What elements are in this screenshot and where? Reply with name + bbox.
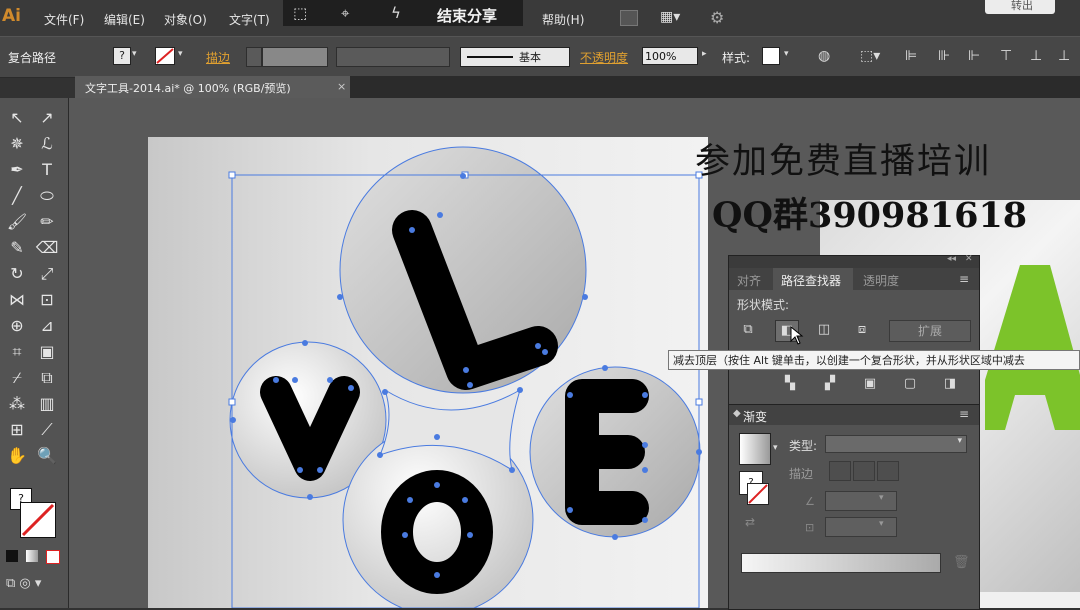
shape-modes-label: 形状模式:	[737, 298, 790, 312]
collapse-panel-icon[interactable]: ◂◂	[947, 254, 956, 264]
panel-menu-icon[interactable]: ≡	[959, 272, 969, 286]
angle-dropdown-icon[interactable]: ▾	[879, 493, 884, 503]
minus-back-icon[interactable]: ◨	[939, 374, 961, 394]
gradient-slider[interactable]	[741, 553, 941, 573]
trim-icon[interactable]: ▚	[779, 374, 801, 394]
pathfinder-panel: ◂◂ ✕ 对齐 路径查找器 透明度 ≡ 形状模式: ⧉ ◧ ◫ ⧈ 扩展 ▚ ▞…	[728, 254, 980, 405]
letter-e[interactable]	[565, 379, 649, 525]
mouse-cursor-icon	[790, 326, 804, 345]
watermark-line1: 参加免费直播培训	[695, 142, 992, 182]
crop-icon[interactable]: ▣	[859, 374, 881, 394]
gradient-stroke-label: 描边	[789, 467, 814, 481]
gradient-type-label: 类型:	[789, 439, 818, 453]
gradient-panel-title: 渐变	[743, 410, 768, 424]
tab-pathfinder[interactable]: 路径查找器	[781, 272, 841, 289]
green-letter-shape	[985, 265, 1080, 430]
panel-arrows-icon[interactable]: ◆	[733, 408, 741, 419]
gradient-stroke-icon[interactable]	[747, 483, 769, 505]
close-panel-icon[interactable]: ✕	[965, 254, 973, 264]
gradient-panel-menu-icon[interactable]: ≡	[959, 407, 969, 421]
gradient-panel: ◆ 渐变 ≡ ▾ 类型: ▾ 描边 ? ⇄ ∠ ▾ ⊡ ▾ 🗑	[728, 404, 980, 610]
watermark-line2: QQ群390981618	[712, 195, 1028, 236]
angle-input[interactable]	[825, 491, 897, 511]
angle-icon: ∠	[805, 495, 815, 508]
delete-stop-icon[interactable]: 🗑	[953, 555, 970, 570]
outline-icon[interactable]: ▢	[899, 374, 921, 394]
reverse-gradient-icon[interactable]: ⇄	[745, 515, 755, 529]
stroke-along-icon[interactable]	[853, 461, 875, 481]
aspect-ratio-icon: ⊡	[805, 521, 815, 534]
panel-title-bar[interactable]: ◂◂ ✕	[729, 254, 979, 268]
panel-tabs: 对齐 路径查找器 透明度 ≡	[729, 268, 979, 290]
stroke-within-icon[interactable]	[829, 461, 851, 481]
tooltip: 减去顶层（按住 Alt 键单击，以创建一个复合形状，并从形状区域中减去	[668, 350, 1080, 370]
aspect-ratio-input[interactable]	[825, 517, 897, 537]
expand-button[interactable]: 扩展	[889, 320, 971, 342]
tab-transparency[interactable]: 透明度	[863, 272, 899, 289]
aspect-dropdown-icon[interactable]: ▾	[879, 519, 884, 529]
exclude-icon[interactable]: ⧈	[851, 320, 873, 340]
tab-align[interactable]: 对齐	[737, 272, 761, 289]
unite-icon[interactable]: ⧉	[737, 320, 759, 340]
gradient-type-dropdown[interactable]: ▾	[825, 435, 967, 453]
merge-icon[interactable]: ▞	[819, 374, 841, 394]
gradient-preview-swatch[interactable]	[739, 433, 771, 465]
gradient-panel-header[interactable]: ◆ 渐变 ≡	[729, 405, 979, 425]
stroke-across-icon[interactable]	[877, 461, 899, 481]
gradient-preset-dropdown-icon[interactable]: ▾	[773, 443, 778, 453]
intersect-icon[interactable]: ◫	[813, 320, 835, 340]
